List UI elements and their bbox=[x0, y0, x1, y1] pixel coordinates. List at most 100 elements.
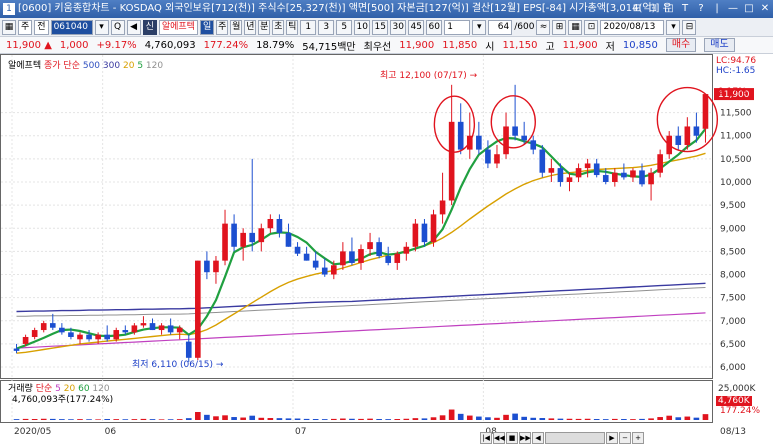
candle-body bbox=[494, 154, 500, 164]
candle-body bbox=[140, 323, 147, 326]
maximize-button[interactable]: □ bbox=[741, 0, 757, 18]
sell-button[interactable]: 매도 bbox=[704, 38, 735, 52]
tick-button[interactable]: 틱 bbox=[286, 19, 299, 35]
candle-body bbox=[485, 149, 491, 164]
candle-body bbox=[566, 177, 573, 182]
volume-value-text: 4,760,093주(177.24%) bbox=[12, 395, 114, 405]
compare-icon[interactable]: ≈ bbox=[536, 19, 551, 35]
volume-bar bbox=[448, 409, 455, 420]
candle-body bbox=[113, 330, 120, 340]
volume-bar bbox=[312, 419, 319, 420]
volume-bar bbox=[240, 417, 246, 420]
volume-bar bbox=[403, 418, 410, 420]
min-15-button[interactable]: 15 bbox=[372, 19, 389, 35]
price-chart[interactable]: 11,500 11,000 10,500 10,000 9,500 9,000 8,500 8… bbox=[0, 54, 773, 446]
volume-bar bbox=[249, 415, 256, 420]
count-input[interactable]: 1 bbox=[444, 19, 471, 35]
volume-bar bbox=[231, 417, 237, 420]
volume-bar bbox=[22, 418, 29, 420]
scroll-right-icon[interactable]: ▶ bbox=[606, 432, 618, 444]
count-dropdown-icon[interactable]: ▾ bbox=[472, 19, 487, 35]
second-button[interactable]: 초 bbox=[272, 19, 285, 35]
layout-icon[interactable]: ⊞ bbox=[552, 19, 567, 35]
candle-body bbox=[59, 327, 65, 333]
y-tick-label: 10,000 bbox=[720, 178, 752, 188]
candle-body bbox=[385, 256, 392, 263]
min-1-button[interactable]: 1 bbox=[300, 19, 317, 35]
volume-value: 4,760,093 bbox=[144, 39, 196, 51]
sound-icon[interactable]: ◀ bbox=[126, 19, 141, 35]
high-price: 11,900 bbox=[562, 39, 598, 51]
legend-ma300: 300 bbox=[102, 61, 121, 71]
stock-code-input[interactable]: 061040 bbox=[50, 19, 93, 35]
search-icon[interactable]: Q bbox=[110, 19, 125, 35]
buy-button[interactable]: 매수 bbox=[665, 38, 697, 52]
candle-body bbox=[367, 242, 373, 250]
min-10-button[interactable]: 10 bbox=[354, 19, 371, 35]
grid-icon[interactable]: ▦ bbox=[2, 19, 16, 35]
date-input[interactable]: 2020/08/13 bbox=[600, 19, 665, 35]
legend-ma20: 20 bbox=[122, 61, 135, 71]
candle-body bbox=[421, 223, 428, 243]
low-annotation: 최저 6,110 (06/15) → bbox=[132, 360, 224, 370]
minimize-button[interactable]: — bbox=[725, 0, 741, 18]
menu-icon[interactable]: ⊟ bbox=[682, 19, 697, 35]
first-icon[interactable]: |◀ bbox=[480, 432, 492, 444]
volume-bar bbox=[494, 417, 500, 420]
volume-bar bbox=[167, 419, 174, 420]
zoom-in-icon[interactable]: + bbox=[632, 432, 644, 444]
change-rate: +9.17% bbox=[96, 39, 137, 51]
candle-body bbox=[630, 170, 636, 178]
copy-icon[interactable]: □ bbox=[661, 0, 677, 18]
volume-bar bbox=[521, 416, 527, 420]
candle-body bbox=[330, 265, 337, 275]
year-button[interactable]: 년 bbox=[244, 19, 257, 35]
volume-bar bbox=[258, 417, 265, 420]
scroll-track[interactable] bbox=[545, 432, 605, 444]
restore-icon[interactable]: ⊡ bbox=[645, 0, 661, 18]
volume-bar bbox=[530, 417, 537, 420]
save-icon[interactable]: ▦ bbox=[568, 19, 583, 35]
day-period-button[interactable]: 일 bbox=[199, 19, 215, 35]
chart-area[interactable]: 11,500 11,000 10,500 10,000 9,500 9,000 8,500 8… bbox=[0, 54, 773, 446]
stop-icon[interactable]: ■ bbox=[506, 432, 518, 444]
month-button[interactable]: 월 bbox=[230, 19, 243, 35]
candle-body bbox=[294, 246, 301, 254]
calendar-icon[interactable]: ▾ bbox=[666, 19, 681, 35]
week-button[interactable]: 주 bbox=[216, 19, 229, 35]
min-5-button[interactable]: 5 bbox=[336, 19, 353, 35]
prev-icon[interactable]: ◀◀ bbox=[493, 432, 505, 444]
min-60-button[interactable]: 60 bbox=[426, 19, 443, 35]
window-icon[interactable]: ⊡ bbox=[584, 19, 599, 35]
right-arrow-icon: → bbox=[469, 71, 478, 81]
period-select[interactable]: 전 bbox=[34, 19, 49, 35]
layout-icon[interactable]: ⊟ bbox=[629, 0, 645, 18]
legend-ma5: 5 bbox=[137, 61, 144, 71]
close-button[interactable]: ✕ bbox=[757, 0, 773, 18]
font-icon[interactable]: T bbox=[677, 0, 693, 18]
legend-type: 종가 단순 bbox=[44, 61, 80, 71]
min-30-button[interactable]: 30 bbox=[390, 19, 407, 35]
dropdown-icon[interactable]: ▾ bbox=[94, 19, 109, 35]
volume-bar bbox=[104, 419, 110, 420]
up-arrow-icon: ▲ bbox=[44, 39, 52, 51]
minute-button[interactable]: 분 bbox=[258, 19, 271, 35]
min-3-button[interactable]: 3 bbox=[318, 19, 335, 35]
best-ask: 11,900 bbox=[399, 39, 435, 51]
volume-bar bbox=[439, 415, 446, 420]
min-45-button[interactable]: 45 bbox=[408, 19, 425, 35]
volume-bar bbox=[612, 418, 618, 420]
scroll-left-icon[interactable]: ◀ bbox=[532, 432, 544, 444]
volume-bar bbox=[621, 419, 627, 420]
volume-bar bbox=[204, 414, 210, 420]
type-select[interactable]: 주 bbox=[18, 19, 33, 35]
volume-bar bbox=[648, 418, 654, 420]
separator: | bbox=[715, 3, 719, 14]
ma5-line bbox=[16, 128, 707, 350]
zoom-out-icon[interactable]: − bbox=[619, 432, 631, 444]
range-input[interactable]: 64 bbox=[488, 19, 513, 35]
volume-bar bbox=[639, 418, 645, 420]
next-icon[interactable]: ▶▶ bbox=[519, 432, 531, 444]
candle-body bbox=[312, 260, 319, 268]
help-icon[interactable]: ? bbox=[693, 0, 709, 18]
